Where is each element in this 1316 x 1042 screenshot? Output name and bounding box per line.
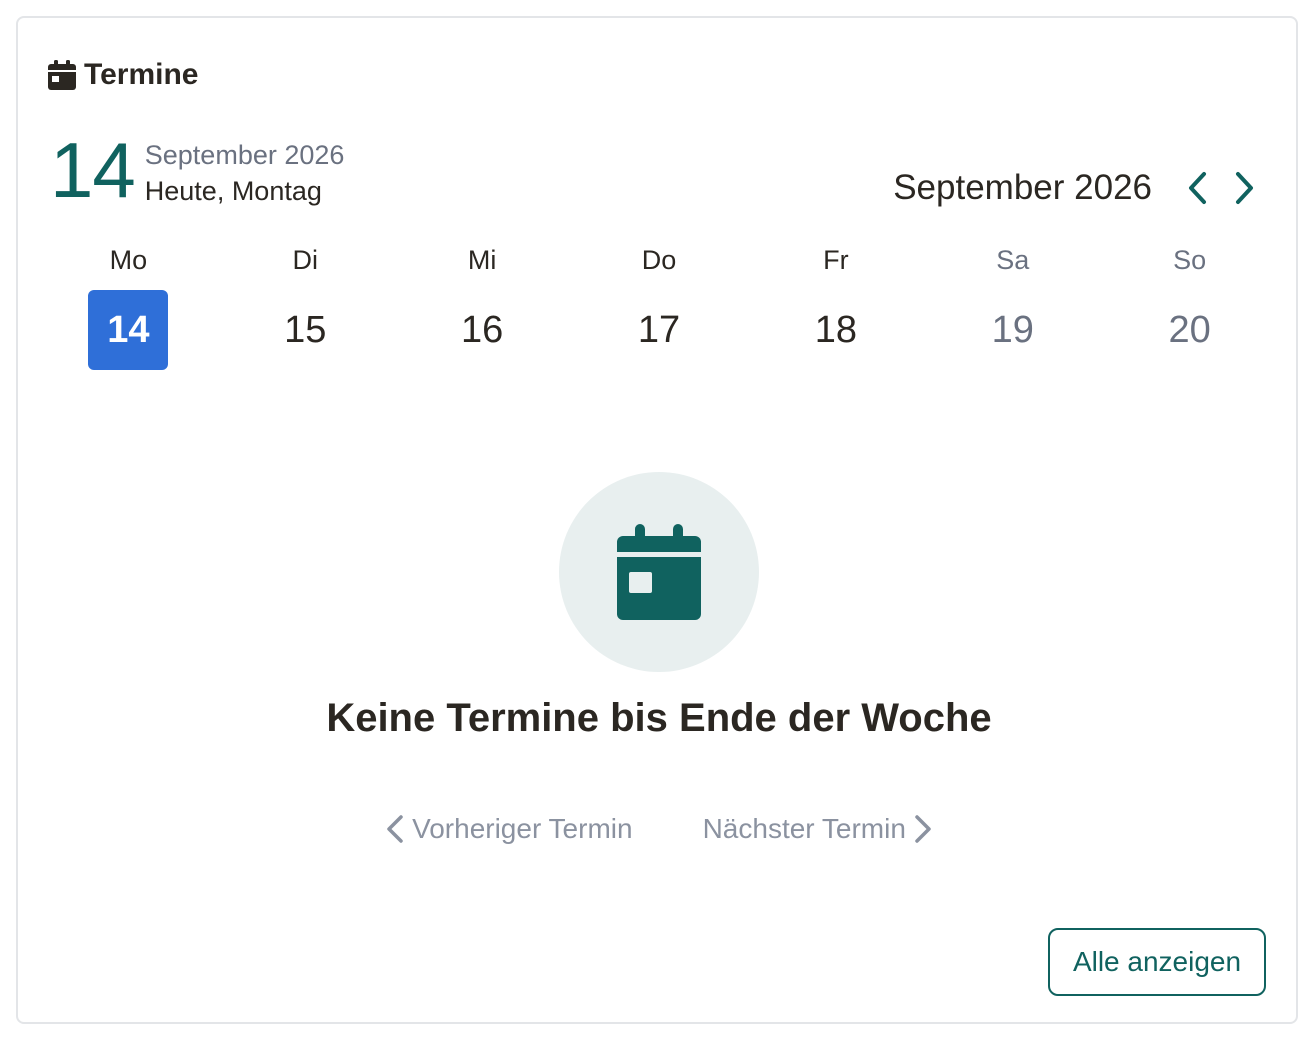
month-navigation: September 2026 [893,168,1262,208]
empty-state-message: Keine Termine bis Ende der Woche [326,696,992,740]
day-button-18[interactable]: 18 [796,290,876,370]
appointment-pager: Vorheriger Termin Nächster Termin [18,813,1300,845]
today-meta: September 2026 Heute, Montag [145,130,345,210]
day-column-so: So 20 [1101,240,1278,370]
previous-month-button[interactable] [1180,168,1216,208]
day-name: Mi [467,245,497,275]
previous-appointment-label: Vorheriger Termin [412,813,633,844]
day-name: Di [292,245,319,275]
card-header: Termine [48,58,198,92]
day-column-mo: Mo 14 [40,240,217,370]
chevron-right-icon [1236,172,1253,204]
show-all-button[interactable]: Alle anzeigen [1048,928,1266,996]
day-column-sa: Sa 19 [924,240,1101,370]
day-button-19[interactable]: 19 [973,290,1053,370]
week-strip: Mo 14 Di 15 Mi 16 Do 17 Fr 18 Sa 19 So 2… [40,240,1278,370]
next-appointment-button[interactable]: Nächster Termin [703,813,932,845]
calendar-icon [48,60,76,90]
empty-state-illustration [559,472,759,672]
chevron-right-icon [915,815,931,843]
today-month-year: September 2026 [144,140,345,170]
next-appointment-label: Nächster Termin [702,813,906,844]
next-month-button[interactable] [1226,168,1262,208]
chevron-left-icon [387,815,403,843]
day-name: Fr [823,245,849,275]
card-title: Termine [84,58,199,91]
day-name: Mo [109,245,148,275]
today-summary: 14 September 2026 Heute, Montag [50,130,344,210]
calendar-icon [617,524,701,620]
day-column-di: Di 15 [217,240,394,370]
appointments-card: Termine 14 September 2026 Heute, Montag … [16,16,1298,1024]
today-weekday: Heute, Montag [144,176,322,206]
today-day-number: 14 [50,126,136,214]
chevron-left-icon [1189,172,1206,204]
day-column-fr: Fr 18 [747,240,924,370]
month-label: September 2026 [893,168,1152,207]
previous-appointment-button[interactable]: Vorheriger Termin [386,813,633,845]
day-name: Sa [996,245,1030,275]
day-button-15[interactable]: 15 [265,290,345,370]
day-column-mi: Mi 16 [394,240,571,370]
day-name: So [1173,245,1207,275]
day-button-17[interactable]: 17 [619,290,699,370]
day-button-16[interactable]: 16 [442,290,522,370]
day-button-14[interactable]: 14 [88,290,169,370]
day-column-do: Do 17 [571,240,748,370]
day-name: Do [641,245,677,275]
day-button-20[interactable]: 20 [1150,290,1230,370]
